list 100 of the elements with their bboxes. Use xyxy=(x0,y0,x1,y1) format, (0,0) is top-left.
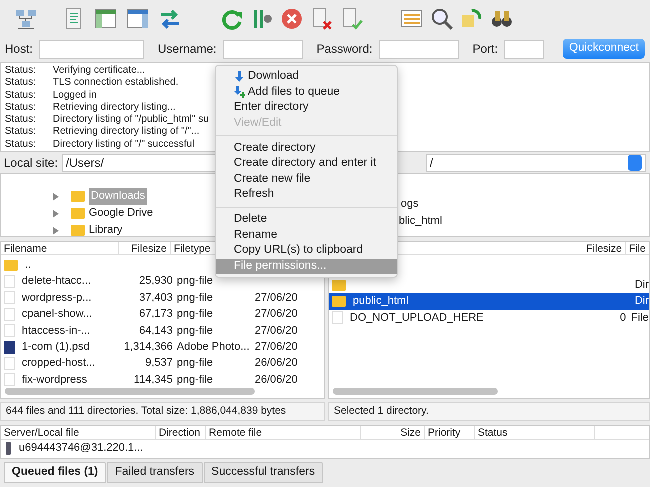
column-header[interactable]: Priority xyxy=(425,426,475,439)
remote-path-field[interactable]: / xyxy=(426,154,646,172)
field-label: Username: xyxy=(158,41,217,58)
file-type: png-file xyxy=(177,324,214,339)
column-header[interactable]: Filesize xyxy=(119,242,171,254)
scrollbar[interactable] xyxy=(5,388,255,396)
log-message: Retrieving directory listing of "/"... xyxy=(53,126,200,138)
folder-name[interactable]: ogs xyxy=(401,196,419,213)
file-size: 9,537 xyxy=(144,356,173,372)
log-label: Status: xyxy=(5,126,38,139)
file-type: png-file xyxy=(177,372,214,388)
file-name[interactable]: wordpress-p... xyxy=(22,290,119,306)
log-label: Status: xyxy=(5,77,38,90)
file-size: 114,345 xyxy=(133,372,173,388)
menu-item[interactable]: Rename xyxy=(216,227,397,243)
menu-item[interactable]: Download xyxy=(216,69,397,85)
column-header[interactable]: Server/Local file xyxy=(1,426,156,439)
file-icon xyxy=(332,311,343,324)
file-size: 1,314,366 xyxy=(123,340,173,355)
folder-icon xyxy=(4,260,18,271)
queue-server: u694443746@31.220.1... xyxy=(19,440,144,456)
column-header[interactable]: Status xyxy=(475,426,595,439)
log-label: Status: xyxy=(5,102,38,114)
log-label: Status: xyxy=(5,138,38,152)
menu-item[interactable]: Add files to queue xyxy=(216,84,397,100)
scrollbar[interactable] xyxy=(333,388,498,395)
text-field[interactable] xyxy=(39,40,144,58)
tab[interactable]: Failed transfers xyxy=(107,462,203,484)
file-name[interactable]: delete-htacc... xyxy=(22,273,119,290)
field-label: Port: xyxy=(472,41,498,58)
file-size: 25,930 xyxy=(138,274,173,290)
panel-layout-icon[interactable] xyxy=(126,6,150,30)
column-header[interactable]: Filename xyxy=(1,242,119,254)
modified-date: 26/06/20 xyxy=(255,372,298,388)
file-name[interactable]: cpanel-show... xyxy=(22,306,119,323)
file-name[interactable]: cropped-host... xyxy=(22,355,119,372)
file-row[interactable]: DO_NOT_UPLOAD_HERE 0 File xyxy=(329,310,649,326)
column-header[interactable]: Filesize xyxy=(583,242,626,254)
file-name[interactable]: fix-wordpress xyxy=(22,372,119,388)
file-size: 37,403 xyxy=(138,290,173,306)
local-status-text: 644 files and 111 directories. Total size: 1,886,044,839 bytes xyxy=(0,402,325,421)
text-field[interactable] xyxy=(504,40,544,58)
folder-icon xyxy=(71,208,85,219)
folder-name[interactable]: blic_html xyxy=(399,213,442,230)
expand-arrow-icon[interactable] xyxy=(53,192,59,200)
field-label: Password: xyxy=(316,41,373,58)
image-file-icon xyxy=(4,340,15,354)
folder-icon xyxy=(71,225,85,236)
menu-item[interactable]: Refresh xyxy=(216,187,397,203)
file-type: Adobe Photo... xyxy=(177,340,251,355)
file-name[interactable]: 1-com (1).psd xyxy=(22,338,119,356)
folder-icon xyxy=(332,280,346,291)
file-type: png-file xyxy=(177,274,214,290)
menu-item[interactable]: Create new file xyxy=(216,172,397,188)
text-field[interactable] xyxy=(378,40,459,58)
file-icon xyxy=(4,275,15,288)
column-header[interactable]: File xyxy=(626,242,649,254)
local-site-label: Local site: xyxy=(4,154,58,172)
folder-name[interactable]: Google Drive xyxy=(89,205,154,222)
log-message: Directory listing of "/" successful xyxy=(53,138,195,150)
file-name[interactable]: .. xyxy=(25,256,122,274)
log-message: Verifying certificate... xyxy=(53,65,146,76)
column-header[interactable]: Remote file xyxy=(206,426,361,439)
file-type: png-file xyxy=(177,307,214,322)
log-message: Retrieving directory listing... xyxy=(53,102,176,113)
file-icon xyxy=(4,324,15,338)
panel-layout-icon[interactable] xyxy=(94,6,118,30)
modified-date: 27/06/20 xyxy=(255,340,298,355)
file-name[interactable]: htaccess-in-... xyxy=(22,322,119,340)
log-message: Logged in xyxy=(53,90,97,101)
file-icon xyxy=(4,308,15,321)
file-row[interactable]: public_html Dir xyxy=(329,293,649,310)
file-type: png-file xyxy=(177,356,214,372)
folder-name[interactable]: Library xyxy=(89,222,123,239)
file-icon xyxy=(4,373,15,386)
tab[interactable]: Successful transfers xyxy=(204,462,324,484)
file-size: 64,143 xyxy=(138,324,173,339)
modified-date: 26/06/20 xyxy=(255,356,298,372)
tab[interactable]: Queued files (1) xyxy=(4,462,106,484)
menu-item[interactable]: Create directory xyxy=(216,140,397,156)
remote-status-text: Selected 1 directory. xyxy=(328,402,650,421)
remote-path-text: / xyxy=(430,154,434,170)
log-label: Status: xyxy=(5,65,38,78)
download-arrow-icon xyxy=(234,70,245,83)
log-message: Directory listing of "/public_html" su xyxy=(53,114,210,126)
expand-arrow-icon[interactable] xyxy=(53,210,59,218)
file-row[interactable]: Dir xyxy=(329,277,649,294)
menu-item[interactable]: Delete xyxy=(216,212,397,228)
log-message: TLS connection established. xyxy=(53,77,179,88)
file-size: 67,173 xyxy=(138,307,173,322)
expand-arrow-icon[interactable] xyxy=(53,226,59,234)
field-label: Host: xyxy=(5,41,34,58)
file-type: png-file xyxy=(177,290,214,306)
modified-date: 27/06/20 xyxy=(255,307,298,322)
menu-item[interactable]: Enter directory xyxy=(216,100,397,116)
text-field[interactable] xyxy=(222,40,303,58)
column-header[interactable]: Size xyxy=(361,426,425,439)
column-header[interactable]: Direction xyxy=(156,426,206,439)
cancel-icon[interactable] xyxy=(280,6,304,30)
search-icon[interactable] xyxy=(430,6,454,30)
